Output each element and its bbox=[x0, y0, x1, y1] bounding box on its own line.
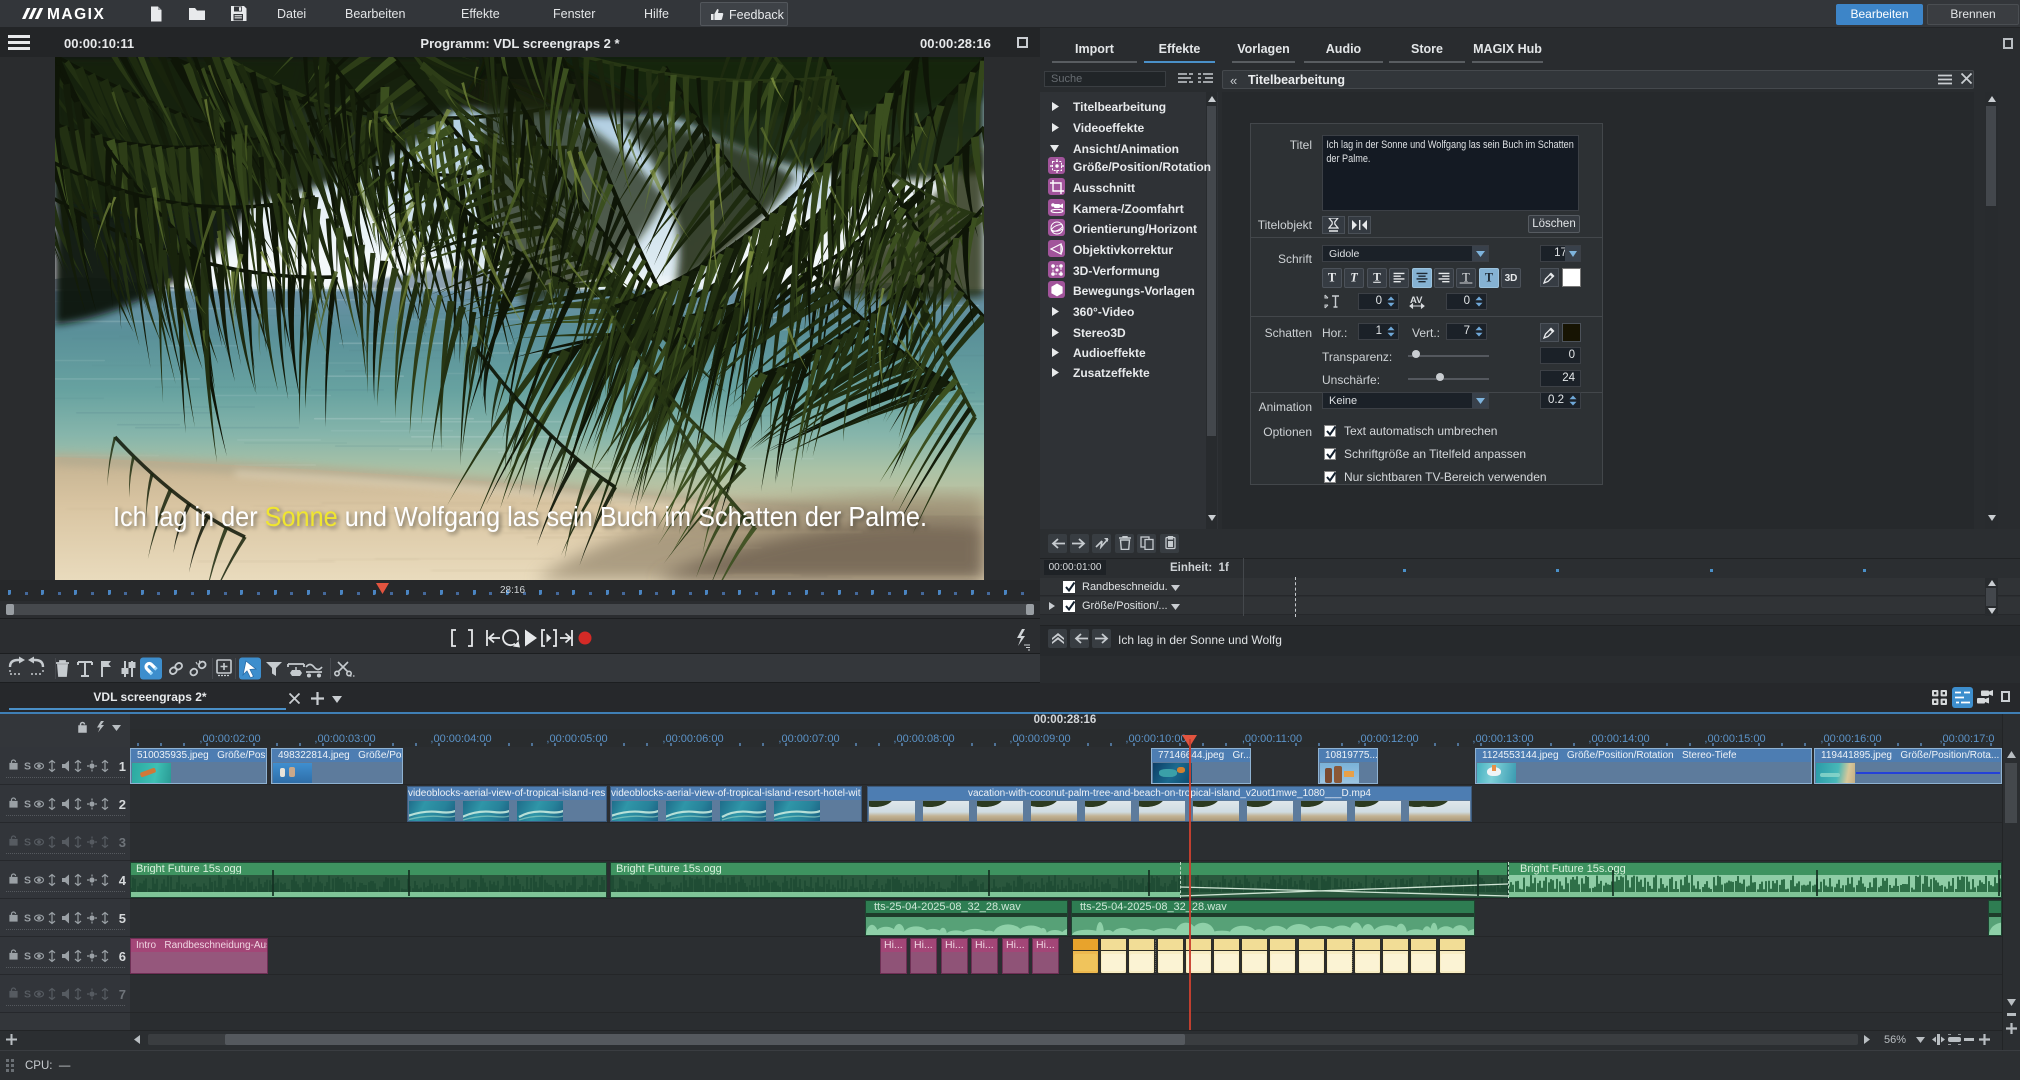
svg-text:S: S bbox=[24, 989, 31, 1001]
svg-text:T: T bbox=[1328, 271, 1336, 285]
svg-text:T: T bbox=[1350, 271, 1358, 285]
svg-text:T: T bbox=[1462, 271, 1470, 285]
svg-text:T: T bbox=[1485, 271, 1493, 285]
svg-text:S: S bbox=[24, 951, 31, 963]
svg-text:S: S bbox=[24, 875, 31, 887]
svg-text:S: S bbox=[24, 761, 31, 773]
svg-text:S: S bbox=[24, 799, 31, 811]
svg-text:3D: 3D bbox=[1505, 273, 1518, 284]
svg-text:T: T bbox=[1373, 272, 1381, 284]
svg-text:S: S bbox=[24, 837, 31, 849]
svg-text:MAGIX: MAGIX bbox=[47, 6, 105, 23]
svg-text:S: S bbox=[24, 913, 31, 925]
svg-text:Ich lag in der Sonne und Wolfg: Ich lag in der Sonne und Wolfgang las se… bbox=[113, 501, 927, 532]
